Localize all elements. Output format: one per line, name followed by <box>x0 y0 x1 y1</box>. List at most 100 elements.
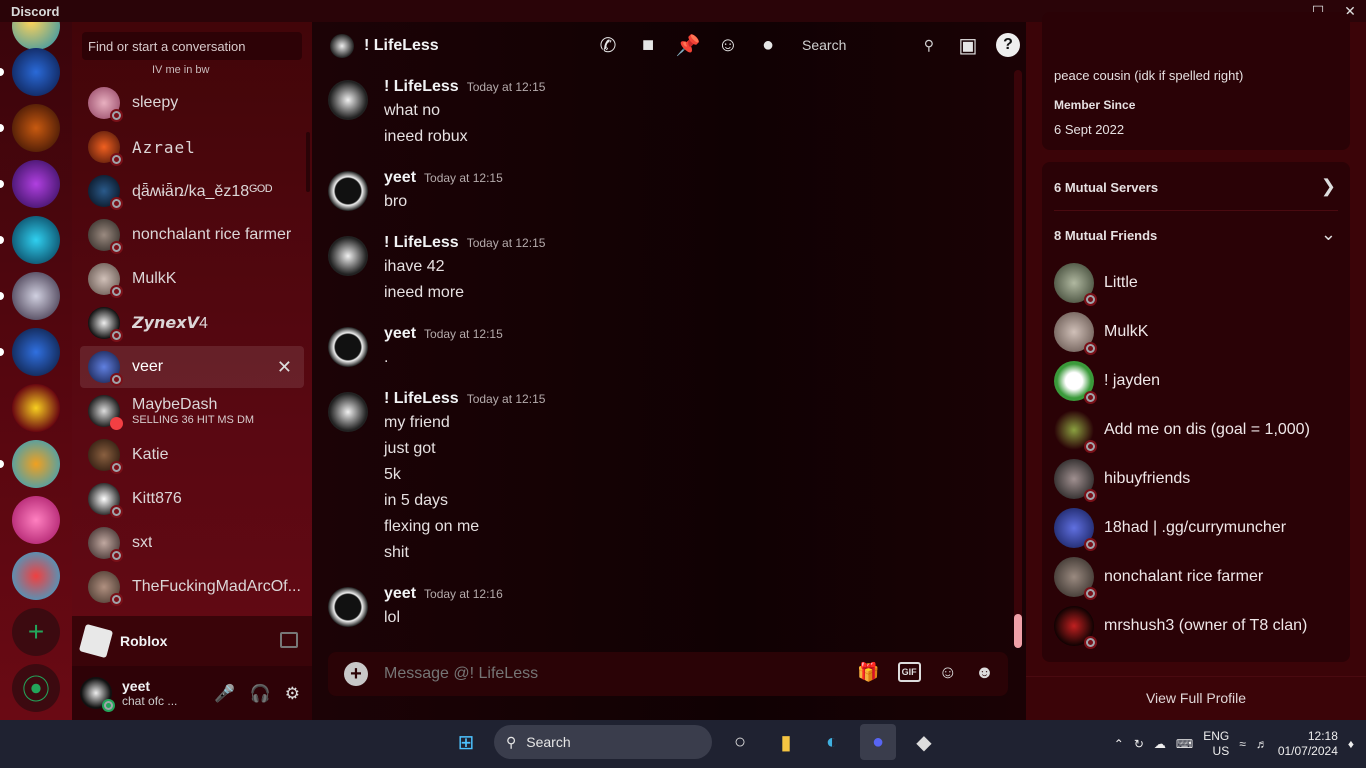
mutual-friend[interactable]: hibuyfriends <box>1054 459 1190 502</box>
dm-item[interactable]: MaybeDash SELLING 36 HIT MS DM <box>80 390 304 432</box>
avatar[interactable] <box>328 80 368 120</box>
server-icon[interactable] <box>12 496 60 544</box>
inbox-icon[interactable]: ▣ <box>956 33 980 57</box>
server-icon[interactable] <box>12 216 60 264</box>
avatar <box>1054 361 1097 404</box>
dm-sidebar: Find or start a conversation IV me in bw… <box>72 22 312 720</box>
settings-gear-icon[interactable]: ⚙ <box>285 684 300 704</box>
discord-app-icon[interactable]: ● <box>860 724 896 760</box>
server-icon[interactable] <box>12 22 60 50</box>
language-indicator[interactable]: ENG US <box>1203 729 1229 759</box>
server-icon[interactable] <box>12 272 60 320</box>
mutual-friend[interactable]: Add me on dis (goal = 1,000) <box>1054 410 1310 453</box>
search-input[interactable]: Search ⚲ <box>796 32 940 58</box>
dm-item-selected[interactable]: veer ✕ <box>80 346 304 388</box>
avatar[interactable] <box>328 171 368 211</box>
server-icon[interactable] <box>12 104 60 152</box>
dm-item[interactable]: MulkK <box>80 258 304 300</box>
server-icon[interactable] <box>12 328 60 376</box>
video-call-icon[interactable]: ■ <box>636 33 660 57</box>
wifi-icon[interactable]: ≈ <box>1239 737 1246 751</box>
chevron-up-icon[interactable]: ⌃ <box>1114 737 1124 751</box>
avatar[interactable] <box>328 587 368 627</box>
server-icon[interactable] <box>12 160 60 208</box>
mutual-friend[interactable]: 18had | .gg/currymuncher <box>1054 508 1286 551</box>
dm-item[interactable]: nonchalant rice farmer <box>80 214 304 256</box>
add-server-button[interactable]: + <box>12 608 60 656</box>
taskbar: ⊞ ⚲ Search ○ ▮ ◐ ● ◆ ⌃ ↻ ☁ ⌨ ENG US ≈ ♬ 12… <box>0 720 1366 768</box>
scrollbar[interactable] <box>306 132 310 192</box>
view-full-profile-button[interactable]: View Full Profile <box>1026 676 1366 720</box>
user-profile-icon[interactable]: ● <box>756 33 780 57</box>
avatar[interactable] <box>328 236 368 276</box>
edge-browser-icon[interactable]: ◐ <box>814 724 850 760</box>
dm-item[interactable]: Kitt876 <box>80 478 304 520</box>
roblox-app-icon[interactable]: ◆ <box>906 724 942 760</box>
unread-indicator <box>0 348 4 356</box>
avatar[interactable] <box>328 392 368 432</box>
app-icon[interactable]: ○ <box>722 724 758 760</box>
message-composer: + 🎁 GIF ☺ ☻ <box>328 652 1008 696</box>
volume-icon[interactable]: ♬ <box>1256 737 1268 751</box>
scrollbar-thumb[interactable] <box>1014 614 1022 648</box>
message-input[interactable] <box>384 665 824 683</box>
mutual-friend[interactable]: MulkK <box>1054 312 1148 355</box>
mutual-servers-row[interactable]: 6 Mutual Servers ❯ <box>1042 162 1350 210</box>
gift-icon[interactable]: 🎁 <box>857 662 879 683</box>
unread-indicator <box>0 460 4 468</box>
dm-item[interactable]: ɖǟʍɨǟռ/ka_ěz18ᴳᴼᴰ <box>80 170 304 212</box>
upload-plus-icon[interactable]: + <box>344 662 368 686</box>
mutual-friend[interactable]: Little <box>1054 263 1138 306</box>
dm-item[interactable]: sleepy <box>80 82 304 124</box>
dm-item[interactable]: TheFuckingMadArcOf... <box>80 566 304 608</box>
server-icon[interactable] <box>12 384 60 432</box>
unread-indicator <box>0 124 4 132</box>
sticker-icon[interactable]: ☺ <box>939 662 957 683</box>
channel-title: ! LifeLess <box>364 37 439 54</box>
add-friend-icon[interactable]: ☺ <box>716 33 740 57</box>
find-conversation-input[interactable]: Find or start a conversation <box>82 32 302 60</box>
file-explorer-icon[interactable]: ▮ <box>768 724 804 760</box>
notification-bell-icon[interactable]: ♦ <box>1348 737 1354 751</box>
pin-icon[interactable]: 📌 <box>676 33 701 57</box>
discover-icon[interactable]: ⦿ <box>12 664 60 712</box>
headphones-icon[interactable]: 🎧 <box>250 684 271 704</box>
voice-call-icon[interactable]: ✆ <box>596 33 620 57</box>
emoji-icon[interactable]: ☻ <box>975 662 994 683</box>
server-icon[interactable] <box>12 440 60 488</box>
server-list: + ⦿ <box>0 22 72 720</box>
dm-item[interactable]: Katie <box>80 434 304 476</box>
server-icon[interactable] <box>12 48 60 96</box>
mutual-friend[interactable]: nonchalant rice farmer <box>1054 557 1263 600</box>
clock[interactable]: 12:18 01/07/2024 <box>1278 729 1338 759</box>
user-status: chat ofc ... <box>122 694 178 708</box>
cloud-icon[interactable]: ☁ <box>1154 737 1166 751</box>
microphone-icon[interactable]: 🎤 <box>214 684 235 704</box>
mutual-friends-row[interactable]: 8 Mutual Friends ⌄ <box>1042 212 1350 258</box>
activity-panel: Roblox <box>72 616 312 666</box>
keyboard-icon[interactable]: ⌨ <box>1176 737 1193 751</box>
chat-scrollbar[interactable] <box>1014 70 1022 648</box>
help-icon[interactable]: ? <box>996 33 1020 57</box>
close-dm-icon[interactable]: ✕ <box>277 357 292 378</box>
taskbar-search[interactable]: ⚲ Search <box>494 725 712 759</box>
gif-button[interactable]: GIF <box>897 662 921 682</box>
mutual-friend[interactable]: ! jayden <box>1054 361 1160 404</box>
dm-item[interactable]: 𝙕𝙮𝙣𝙚𝙭𝙑4 <box>80 302 304 344</box>
stream-icon[interactable] <box>280 632 298 648</box>
chevron-right-icon: ❯ <box>1320 176 1336 196</box>
unread-indicator <box>0 68 4 76</box>
avatar <box>88 483 123 518</box>
server-icon[interactable] <box>12 552 60 600</box>
user-avatar[interactable] <box>80 677 115 712</box>
dm-item[interactable]: Azrael <box>80 126 304 168</box>
mutual-friend[interactable]: mrshush3 (owner of T8 clan) <box>1054 606 1307 649</box>
sync-icon[interactable]: ↻ <box>1134 737 1144 751</box>
dm-item[interactable]: sxt <box>80 522 304 564</box>
avatar <box>88 219 123 254</box>
avatar[interactable] <box>328 327 368 367</box>
windows-start-icon[interactable]: ⊞ <box>448 724 484 760</box>
avatar <box>1054 459 1097 502</box>
unread-indicator <box>0 236 4 244</box>
unread-indicator <box>0 292 4 300</box>
